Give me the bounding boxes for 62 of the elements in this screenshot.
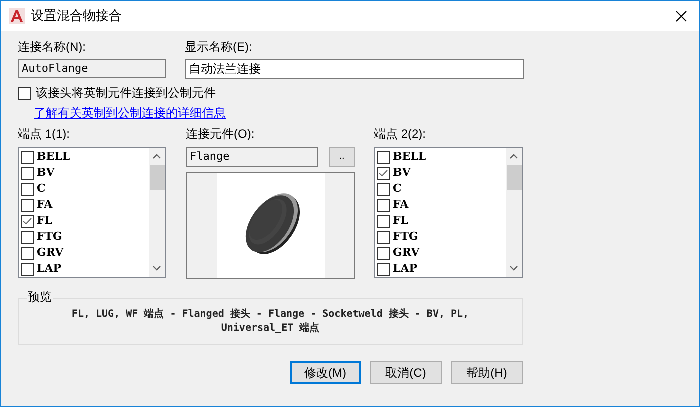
checkmark-icon bbox=[379, 170, 388, 176]
field-label: 显示名称(E): bbox=[185, 39, 254, 55]
scroll-down-icon[interactable] bbox=[153, 266, 161, 271]
app-logo-icon bbox=[9, 8, 25, 24]
checkbox-label: FA bbox=[37, 198, 53, 212]
browse-button[interactable]: .. bbox=[329, 147, 355, 167]
dialog-button[interactable]: 帮助(H) bbox=[451, 361, 523, 384]
checkbox[interactable] bbox=[21, 150, 34, 164]
checkbox-label: FL bbox=[37, 214, 53, 228]
checkbox-label: 该接头将英制元件连接到公制元件 bbox=[36, 85, 216, 102]
connection-name-field[interactable]: AutoFlange bbox=[18, 59, 166, 78]
group-label: 预览 bbox=[27, 290, 53, 304]
checkmark-icon bbox=[23, 218, 32, 224]
field-label: 连接元件(O): bbox=[186, 126, 256, 142]
field-label: 连接名称(N): bbox=[18, 39, 87, 55]
checkbox[interactable] bbox=[377, 198, 390, 212]
checkbox-label: FA bbox=[393, 198, 409, 212]
checkbox[interactable] bbox=[21, 230, 34, 244]
checkbox[interactable] bbox=[377, 182, 390, 196]
checkbox[interactable] bbox=[21, 182, 34, 196]
checkbox-label: FTG bbox=[393, 230, 418, 244]
dialog-button[interactable]: 取消(C) bbox=[370, 361, 442, 384]
scrollbar-thumb[interactable] bbox=[150, 165, 164, 190]
checkbox-label: FTG bbox=[37, 230, 62, 244]
checkbox-label: LAP bbox=[393, 262, 418, 276]
checkbox[interactable] bbox=[377, 150, 390, 164]
info-link[interactable]: 了解有关英制到公制连接的详细信息 bbox=[34, 106, 226, 120]
list-label: 端点 2(2): bbox=[374, 126, 428, 142]
checkbox[interactable] bbox=[18, 86, 31, 100]
checkbox[interactable] bbox=[21, 198, 34, 212]
checkbox-label: BELL bbox=[393, 150, 426, 164]
checkbox[interactable] bbox=[377, 230, 390, 244]
display-name-field[interactable]: 自动法兰连接 bbox=[185, 59, 524, 79]
checkbox[interactable] bbox=[377, 246, 390, 260]
checkbox[interactable] bbox=[21, 166, 34, 180]
close-icon[interactable] bbox=[676, 10, 687, 22]
checkbox-label: BELL bbox=[37, 150, 70, 164]
connection-part-field[interactable]: Flange bbox=[186, 147, 318, 167]
checkbox-label: C bbox=[393, 182, 402, 196]
checkbox[interactable] bbox=[377, 214, 390, 228]
checkbox-label: LAP bbox=[37, 262, 62, 276]
list-label: 端点 1(1): bbox=[18, 126, 72, 142]
scroll-up-icon[interactable] bbox=[510, 154, 518, 159]
dialog-button[interactable]: 修改(M) bbox=[290, 361, 361, 384]
checkbox[interactable] bbox=[21, 262, 34, 276]
window-title: 设置混合物接合 bbox=[31, 7, 122, 26]
scrollbar-thumb[interactable] bbox=[506, 165, 522, 190]
scrollbar[interactable] bbox=[149, 148, 165, 277]
checkbox-label: FL bbox=[393, 214, 409, 228]
checkbox-label: BV bbox=[393, 166, 411, 180]
preview-text: FL, LUG, WF 端点 - Flanged 接头 - Flange - Socketweld 接头 - BV, PL, Universal_ET 端点 bbox=[70, 308, 470, 336]
checkbox[interactable] bbox=[377, 166, 390, 180]
scroll-down-icon[interactable] bbox=[510, 266, 518, 271]
checkbox-label: GRV bbox=[393, 246, 420, 260]
checkbox[interactable] bbox=[21, 246, 34, 260]
scroll-up-icon[interactable] bbox=[153, 154, 161, 159]
checkbox-label: BV bbox=[37, 166, 55, 180]
scrollbar[interactable] bbox=[506, 148, 522, 277]
checkbox-label: GRV bbox=[37, 246, 64, 260]
checkbox[interactable] bbox=[21, 214, 34, 228]
checkbox-label: C bbox=[37, 182, 46, 196]
checkbox[interactable] bbox=[377, 262, 390, 276]
